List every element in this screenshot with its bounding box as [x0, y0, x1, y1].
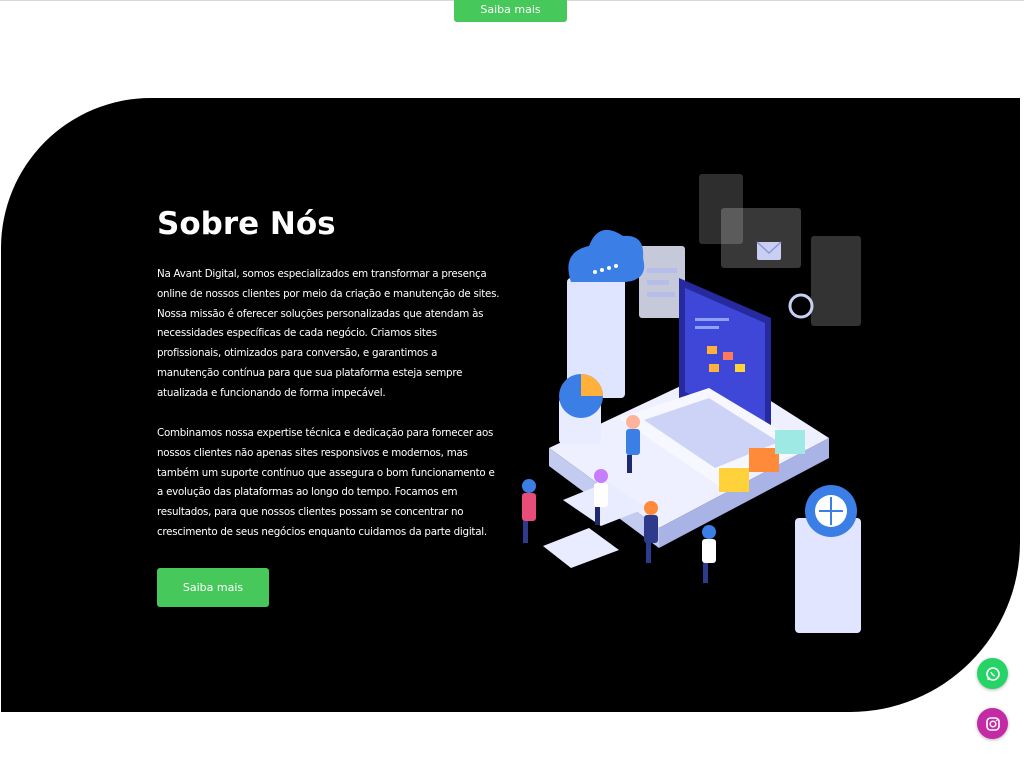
whatsapp-button[interactable] — [977, 658, 1008, 689]
about-section: Sobre Nós Na Avant Digital, somos especi… — [1, 98, 1020, 712]
saiba-mais-button[interactable]: Saiba mais — [157, 568, 269, 607]
instagram-icon — [985, 716, 1000, 731]
about-paragraph-1: Na Avant Digital, somos especializados e… — [157, 268, 500, 399]
about-paragraph-2: Combinamos nossa expertise técnica e ded… — [157, 427, 495, 538]
top-saiba-mais-button[interactable]: Saiba mais — [454, 0, 567, 22]
about-title: Sobre Nós — [157, 206, 336, 242]
instagram-button[interactable] — [977, 708, 1008, 739]
whatsapp-icon — [985, 666, 1000, 681]
web-development-illustration — [509, 168, 879, 648]
